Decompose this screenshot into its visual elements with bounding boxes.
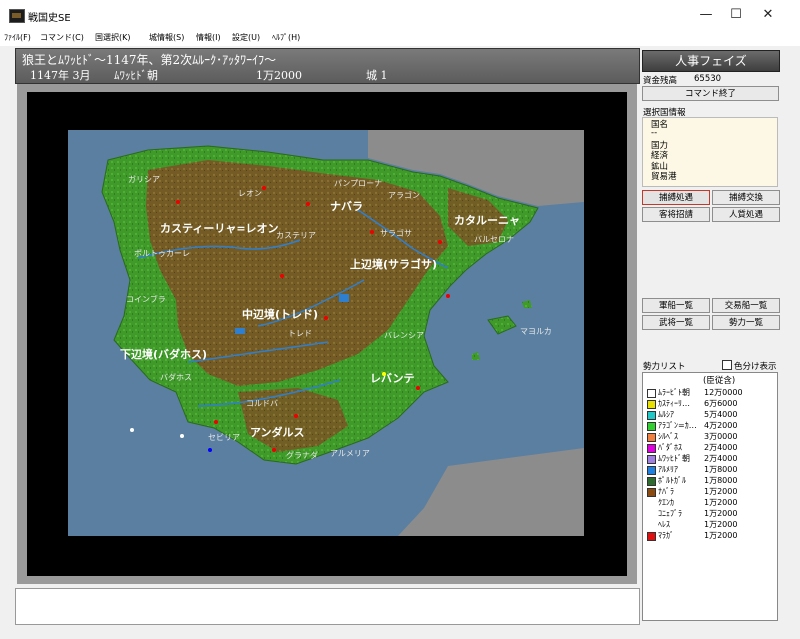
force-row[interactable]: ｺﾆｪﾌﾞﾗ 1万2000: [647, 508, 777, 519]
region-levante[interactable]: レバンテ: [370, 372, 415, 385]
info-trade-port: 貿易港: [651, 172, 677, 182]
menu-bar: ﾌｧｲﾙ(F) コマンド(C) 国選択(K) 城情報(S) 情報(I) 設定(U…: [0, 30, 800, 46]
phase-indicator: 人事フェイズ: [642, 50, 780, 72]
game-window: 戦国史SE — ☐ ✕ ﾌｧｲﾙ(F) コマンド(C) 国選択(K) 城情報(S…: [0, 0, 800, 639]
city-pamplona[interactable]: パンプローナ: [334, 179, 382, 188]
region-middle-march[interactable]: 中辺境(トレド): [242, 307, 318, 321]
prisoner-exchange-button[interactable]: 捕縛交換: [712, 190, 780, 205]
menu-castle-info[interactable]: 城情報(S): [149, 32, 184, 43]
menu-settings[interactable]: 設定(U): [232, 32, 260, 43]
city-almeria[interactable]: アルメリア: [330, 449, 370, 458]
title-bar: 戦国史SE — ☐ ✕: [0, 0, 800, 30]
trade-ship-list-button[interactable]: 交易船一覧: [712, 298, 780, 313]
region-castilla-leon[interactable]: カスティーリャ=レオン: [160, 222, 279, 235]
menu-help[interactable]: ﾍﾙﾌﾟ(H): [272, 32, 300, 43]
region-cataluna[interactable]: カタルーニャ: [454, 214, 520, 227]
force-row[interactable]: ﾏﾗｶﾞ 1万2000: [647, 530, 777, 541]
iberia-map[interactable]: カスティーリャ=レオン ナバラ カタルーニャ 上辺境(サラゴサ) 中辺境(トレド…: [68, 130, 584, 536]
troop-amount: 1万2000: [256, 69, 302, 82]
city-mallorca[interactable]: マヨルカ: [520, 327, 552, 336]
force-row[interactable]: ｸｴﾝｶ 1万2000: [647, 497, 777, 508]
city-barcelona[interactable]: バルセロナ: [474, 235, 514, 244]
hostage-treatment-button[interactable]: 人質処遇: [712, 207, 780, 222]
force-row[interactable]: ﾅﾊﾞﾗ 1万2000: [647, 486, 777, 497]
invite-guest-general-button[interactable]: 客将招請: [642, 207, 710, 222]
region-andalus[interactable]: アンダルス: [250, 425, 305, 439]
force-list-label: 勢力リスト: [643, 362, 686, 372]
region-navarra[interactable]: ナバラ: [330, 200, 363, 213]
city-aragon[interactable]: アラゴン: [388, 190, 420, 200]
force-row[interactable]: ｱﾙﾒﾘｱ 1万8000: [647, 464, 777, 475]
region-upper-march[interactable]: 上辺境(サラゴサ): [350, 257, 437, 271]
force-row[interactable]: ﾊﾞﾀﾞﾎｽ 2万4000: [647, 442, 777, 453]
city-galicia[interactable]: ガリシア: [128, 174, 160, 184]
city-coimbra[interactable]: コインブラ: [126, 294, 166, 304]
menu-country-select[interactable]: 国選択(K): [95, 32, 131, 43]
general-list-button[interactable]: 武将一覧: [642, 315, 710, 330]
menu-command[interactable]: コマンド(C): [40, 32, 84, 43]
force-row[interactable]: ﾑﾗｰﾋﾞﾄ朝 12万0000: [647, 387, 777, 398]
force-row[interactable]: ｶｽﾃｨｰﾘ… 6万6000: [647, 398, 777, 409]
close-button[interactable]: ✕: [746, 0, 790, 30]
color-display-label: 色分け表示: [734, 362, 777, 372]
funds-label: 資金残高: [643, 76, 678, 86]
force-row[interactable]: ﾎﾟﾙﾄｶﾞﾙ 1万8000: [647, 475, 777, 486]
city-castilla[interactable]: カステリア: [276, 231, 316, 240]
force-row[interactable]: ﾑﾙｼｱ 5万4000: [647, 409, 777, 420]
selected-country-info: 国名 -- 国力 経済 鉱山 貿易港: [642, 117, 778, 187]
city-zaragoza[interactable]: サラゴサ: [380, 228, 412, 238]
force-list[interactable]: (臣従含) ﾑﾗｰﾋﾞﾄ朝 12万0000 ｶｽﾃｨｰﾘ… 6万6000 ﾑﾙｼｱ 5…: [642, 372, 778, 621]
city-sevilla[interactable]: セビリア: [208, 433, 240, 442]
menu-file[interactable]: ﾌｧｲﾙ(F): [4, 32, 31, 43]
reservoir: [339, 294, 349, 302]
city-badajoz[interactable]: バダホス: [160, 372, 192, 382]
force-row[interactable]: ﾑﾜｯﾋﾄﾞ朝 2万4000: [647, 453, 777, 464]
prisoner-treatment-button[interactable]: 捕縛処遇: [642, 190, 710, 205]
warship-list-button[interactable]: 軍船一覧: [642, 298, 710, 313]
city-portucale[interactable]: ポルトゥカーレ: [134, 249, 190, 258]
info-dash: --: [651, 128, 658, 138]
region-lower-march[interactable]: 下辺境(バダホス): [120, 347, 207, 361]
city-valencia[interactable]: バレンシア: [384, 331, 424, 340]
city-granada[interactable]: グラナダ: [286, 450, 318, 460]
force-row[interactable]: ﾍﾚｽ 1万2000: [647, 519, 777, 530]
force-row[interactable]: ｱﾗｺﾞﾝ=ｶ… 4万2000: [647, 420, 777, 431]
app-icon: [9, 9, 25, 23]
city-leon[interactable]: レオン: [238, 189, 262, 198]
player-faction: ﾑﾜｯﾋﾄﾞ朝: [114, 69, 158, 82]
menu-info[interactable]: 情報(I): [196, 32, 221, 43]
lake: [235, 328, 245, 334]
end-command-button[interactable]: コマンド終了: [642, 86, 779, 101]
city-cordoba[interactable]: コルドバ: [246, 399, 278, 408]
castle-count: 城 1: [366, 69, 388, 82]
window-title: 戦国史SE: [28, 13, 71, 24]
status-bar: 狼王とﾑﾜｯﾋﾄﾞ～1147年、第2次ﾑﾙｰｸ･ｱｯﾀﾜｰｲﾌ～ 1147年 3…: [15, 48, 640, 84]
force-list-header: (臣従含): [703, 376, 736, 386]
message-box: [15, 588, 640, 625]
scenario-title: 狼王とﾑﾜｯﾋﾄﾞ～1147年、第2次ﾑﾙｰｸ･ｱｯﾀﾜｰｲﾌ～: [22, 53, 277, 67]
color-display-checkbox[interactable]: [722, 360, 732, 370]
funds-value: 65530: [694, 74, 722, 84]
command-panel: 人事フェイズ 資金残高 65530 コマンド終了 選択国情報 国名 -- 国力 …: [642, 48, 780, 621]
force-row[interactable]: ｼﾙﾍﾞｽ 3万0000: [647, 431, 777, 442]
city-toledo[interactable]: トレド: [288, 329, 312, 338]
faction-list-button[interactable]: 勢力一覧: [712, 315, 780, 330]
current-date: 1147年 3月: [30, 69, 91, 82]
